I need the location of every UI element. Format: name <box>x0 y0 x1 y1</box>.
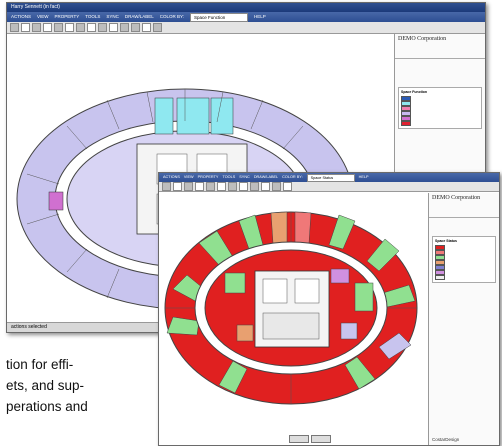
menu-draw-label[interactable]: DRAW/LABEL <box>125 12 154 22</box>
tool-grid-icon[interactable] <box>261 182 270 191</box>
legend-row <box>401 120 479 127</box>
tool-page-icon[interactable] <box>142 23 151 32</box>
legend-row <box>435 274 493 281</box>
tool-text-icon[interactable] <box>98 23 107 32</box>
tool-layer-icon[interactable] <box>272 182 281 191</box>
tool-pencil-icon[interactable] <box>21 23 30 32</box>
back-status-bar: actions selected <box>7 322 171 332</box>
menu-color-by: COLOR BY: <box>282 175 303 179</box>
menu-color-by: COLOR BY: <box>159 14 185 19</box>
canvas-buttons <box>289 435 331 443</box>
menu-actions[interactable]: ACTIONS <box>163 173 180 182</box>
legend-swatch <box>435 274 445 281</box>
tool-zoom-icon[interactable] <box>54 23 63 32</box>
front-legend-title: Space Status <box>435 239 457 243</box>
menu-tools[interactable]: TOOLS <box>85 12 100 22</box>
color-by-select[interactable]: Space Status <box>306 173 355 182</box>
menu-help[interactable]: HELP <box>359 173 369 182</box>
tool-select-icon[interactable] <box>10 23 19 32</box>
menu-view[interactable]: VIEW <box>37 12 49 22</box>
front-toolbar <box>159 182 499 192</box>
menu-help[interactable]: HELP <box>254 12 266 22</box>
canvas-button-right[interactable] <box>311 435 331 443</box>
menu-tools[interactable]: TOOLS <box>222 173 235 182</box>
tool-copy-icon[interactable] <box>43 23 52 32</box>
tool-zoom-in-icon[interactable] <box>217 182 226 191</box>
tool-copy-icon[interactable] <box>195 182 204 191</box>
status-text: actions selected <box>11 324 47 330</box>
tool-print-icon[interactable] <box>131 23 140 32</box>
tool-draw-icon[interactable] <box>184 182 193 191</box>
front-window: ACTIONS VIEW PROPERTY TOOLS SYNC DRAW/LA… <box>158 172 500 446</box>
front-menubar: ACTIONS VIEW PROPERTY TOOLS SYNC DRAW/LA… <box>159 173 499 182</box>
body-text-line: perations and <box>6 399 88 414</box>
menu-actions[interactable]: ACTIONS <box>11 12 31 22</box>
tool-select-icon[interactable] <box>162 182 171 191</box>
front-company-name: DEMO Corporation <box>429 193 499 218</box>
back-company-name: DEMO Corporation <box>395 34 485 59</box>
back-window-title: Harry Sennett (in fact) <box>7 3 485 12</box>
menu-property[interactable]: PROPERTY <box>198 173 219 182</box>
tool-zoom-out-icon[interactable] <box>76 23 85 32</box>
menu-draw-label[interactable]: DRAW/LABEL <box>254 173 278 182</box>
back-legend: Space Function <box>398 87 482 129</box>
front-floorplan-canvas[interactable] <box>159 193 427 445</box>
color-by-select[interactable]: Space Function <box>190 12 249 22</box>
front-legend: Space Status <box>432 236 496 283</box>
tool-draw-icon[interactable] <box>32 23 41 32</box>
front-sidebar: DEMO Corporation Space Status CostarDesi… <box>428 193 499 445</box>
canvas-button-left[interactable] <box>289 435 309 443</box>
body-text: tion for effi- ets, and sup- perations a… <box>0 354 160 417</box>
legend-swatch <box>401 120 411 127</box>
body-text-line: tion for effi- <box>6 357 74 372</box>
tool-zoom-icon[interactable] <box>206 182 215 191</box>
sidebar-footer: CostarDesign <box>432 437 460 442</box>
menu-view[interactable]: VIEW <box>184 173 194 182</box>
tool-pan-icon[interactable] <box>239 182 248 191</box>
back-legend-title: Space Function <box>401 90 428 94</box>
menu-sync[interactable]: SYNC <box>106 12 119 22</box>
tool-pan-icon[interactable] <box>87 23 96 32</box>
menu-property[interactable]: PROPERTY <box>55 12 80 22</box>
back-menubar: ACTIONS VIEW PROPERTY TOOLS SYNC DRAW/LA… <box>7 12 485 22</box>
tool-layer-icon[interactable] <box>120 23 129 32</box>
tool-zoom-in-icon[interactable] <box>65 23 74 32</box>
tool-zoom-out-icon[interactable] <box>228 182 237 191</box>
front-floorplan <box>164 211 418 405</box>
menu-sync[interactable]: SYNC <box>239 173 250 182</box>
tool-pencil-icon[interactable] <box>173 182 182 191</box>
tool-grid-icon[interactable] <box>109 23 118 32</box>
tool-text-icon[interactable] <box>250 182 259 191</box>
tool-nav-icon[interactable] <box>153 23 162 32</box>
tool-page-icon[interactable] <box>283 182 292 191</box>
back-toolbar <box>7 22 485 34</box>
body-text-line: ets, and sup- <box>6 378 85 393</box>
